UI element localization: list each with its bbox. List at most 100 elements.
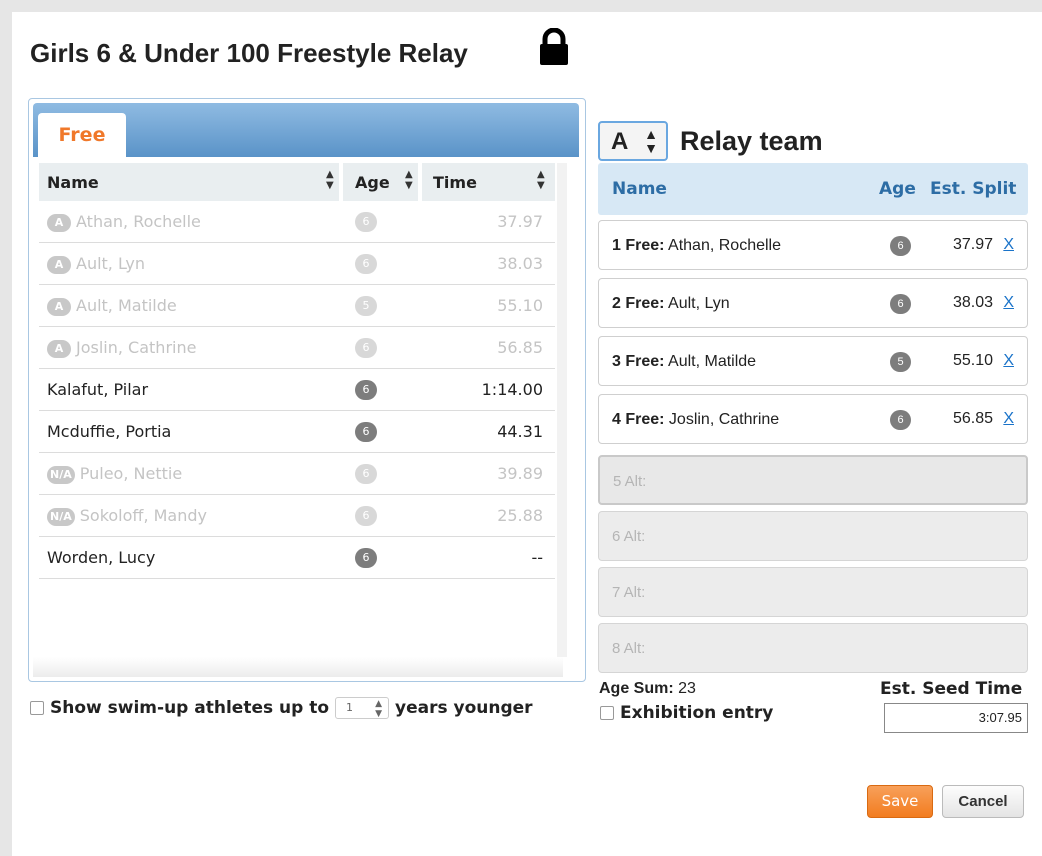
- athlete-row[interactable]: N/A Puleo, Nettie 6 39.89: [39, 453, 555, 495]
- age-badge: 6: [355, 212, 377, 232]
- remove-leg-link[interactable]: X: [1003, 294, 1014, 312]
- athlete-name: A Athan, Rochelle: [47, 212, 201, 232]
- athlete-name-text: Sokoloff, Mandy: [79, 506, 207, 525]
- column-header-time[interactable]: Time: [433, 173, 477, 192]
- relay-alternate-label: 8 Alt:: [612, 640, 646, 657]
- athlete-table-scrollbar[interactable]: [557, 163, 567, 657]
- athlete-panel: Free Name ▲ ▼ Age ▲ ▼ Time ▲ ▼ A Athan, Roch…: [28, 98, 586, 682]
- relay-leg-row[interactable]: 1 Free: Athan, Rochelle 6 37.97 X: [598, 220, 1028, 270]
- athlete-panel-footer: [33, 657, 563, 677]
- left-border: [0, 12, 12, 856]
- age-badge: 6: [355, 422, 377, 442]
- athlete-name: Kalafut, Pilar: [47, 380, 148, 399]
- relay-status-badge: N/A: [47, 508, 75, 526]
- exhibition-checkbox[interactable]: [600, 706, 614, 720]
- age-badge: 6: [355, 548, 377, 568]
- relay-alternate-slot[interactable]: 8 Alt:: [598, 623, 1028, 673]
- athlete-row[interactable]: Kalafut, Pilar 6 1:14.00: [39, 369, 555, 411]
- age-badge: 6: [890, 410, 911, 430]
- swimup-label-before: Show swim-up athletes up to: [50, 698, 330, 718]
- dialog-title: Girls 6 & Under 100 Freestyle Relay: [30, 38, 468, 68]
- relay-leg-label: 3 Free:: [612, 353, 665, 370]
- top-border: [0, 0, 1042, 12]
- swimup-checkbox[interactable]: [30, 701, 44, 715]
- relay-table-header: Name Age Est. Split: [598, 163, 1028, 215]
- remove-leg-link[interactable]: X: [1003, 236, 1014, 254]
- athlete-name: A Ault, Matilde: [47, 296, 177, 316]
- tab-free[interactable]: Free: [38, 113, 126, 157]
- age-badge: 5: [890, 352, 911, 372]
- relay-leg-split: 56.85: [952, 410, 993, 427]
- swimup-label-after: years younger: [395, 698, 533, 718]
- relay-team-value: A: [611, 128, 629, 155]
- relay-leg-athlete: Athan, Rochelle: [668, 237, 781, 254]
- athlete-name-text: Worden, Lucy: [47, 548, 156, 567]
- column-header-age[interactable]: Age: [355, 173, 390, 192]
- relay-leg-athlete: Ault, Lyn: [668, 295, 730, 312]
- athlete-rows: A Athan, Rochelle 6 37.97 A Ault, Lyn 6 38.03 A A…: [39, 201, 555, 579]
- athlete-name-text: Joslin, Cathrine: [76, 338, 197, 357]
- relay-leg-athlete: Joslin, Cathrine: [668, 411, 780, 428]
- exhibition-option: Exhibition entry: [600, 703, 773, 723]
- athlete-row[interactable]: A Joslin, Cathrine 6 56.85: [39, 327, 555, 369]
- relay-status-badge: A: [47, 340, 71, 358]
- relay-status-badge: A: [47, 298, 71, 316]
- age-badge: 6: [890, 294, 911, 314]
- sort-name-icon[interactable]: ▲ ▼: [326, 169, 334, 191]
- relay-team-select[interactable]: A ▲ ▼: [598, 121, 668, 161]
- select-arrows-icon: ▲ ▼: [375, 699, 383, 719]
- relay-leg-label: 1 Free:: [612, 237, 665, 254]
- swimup-years-select[interactable]: 1 ▲ ▼: [335, 697, 390, 719]
- relay-status-badge: N/A: [47, 466, 75, 484]
- remove-leg-link[interactable]: X: [1003, 410, 1014, 428]
- sort-time-icon[interactable]: ▲ ▼: [537, 169, 545, 191]
- cancel-button[interactable]: Cancel: [942, 785, 1024, 818]
- athlete-time: 44.31: [497, 422, 543, 441]
- relay-status-badge: A: [47, 256, 71, 274]
- swimup-option: Show swim-up athletes up to 1 ▲ ▼ years youn…: [30, 697, 533, 719]
- athlete-time: 25.88: [497, 506, 543, 525]
- athlete-name: N/A Puleo, Nettie: [47, 464, 182, 484]
- athlete-row[interactable]: Mcduffie, Portia 6 44.31: [39, 411, 555, 453]
- relay-leg-split: 37.97: [952, 236, 993, 253]
- age-sum-value: 23: [678, 680, 696, 697]
- swimup-years-value: 1: [346, 701, 354, 714]
- relay-column-name: Name: [612, 179, 667, 199]
- age-badge: 6: [355, 254, 377, 274]
- est-seed-time-input[interactable]: 3:07.95: [884, 703, 1028, 733]
- athlete-row[interactable]: A Ault, Lyn 6 38.03: [39, 243, 555, 285]
- athlete-name-text: Puleo, Nettie: [79, 464, 183, 483]
- athlete-time: 55.10: [497, 296, 543, 315]
- relay-alternate-label: 5 Alt:: [613, 473, 647, 490]
- relay-leg-label: 4 Free:: [612, 411, 665, 428]
- relay-leg-text: 2 Free: Ault, Lyn: [612, 295, 730, 313]
- remove-leg-link[interactable]: X: [1003, 352, 1014, 370]
- sort-age-icon[interactable]: ▲ ▼: [405, 169, 413, 191]
- select-arrows-icon: ▲ ▼: [644, 126, 658, 156]
- athlete-row[interactable]: A Ault, Matilde 5 55.10: [39, 285, 555, 327]
- save-button[interactable]: Save: [867, 785, 933, 818]
- relay-leg-label: 2 Free:: [612, 295, 665, 312]
- athlete-time: --: [531, 548, 543, 567]
- athlete-name: Mcduffie, Portia: [47, 422, 171, 441]
- relay-alternate-slot[interactable]: 6 Alt:: [598, 511, 1028, 561]
- relay-leg-row[interactable]: 2 Free: Ault, Lyn 6 38.03 X: [598, 278, 1028, 328]
- relay-alternate-slot[interactable]: 7 Alt:: [598, 567, 1028, 617]
- relay-team-title: Relay team: [680, 126, 823, 156]
- relay-leg-row[interactable]: 3 Free: Ault, Matilde 5 55.10 X: [598, 336, 1028, 386]
- athlete-row[interactable]: A Athan, Rochelle 6 37.97: [39, 201, 555, 243]
- athlete-row[interactable]: N/A Sokoloff, Mandy 6 25.88: [39, 495, 555, 537]
- column-divider: [339, 163, 343, 201]
- relay-leg-text: 4 Free: Joslin, Cathrine: [612, 411, 779, 429]
- age-badge: 6: [355, 464, 377, 484]
- relay-leg-row[interactable]: 4 Free: Joslin, Cathrine 6 56.85 X: [598, 394, 1028, 444]
- age-sum-label: Age Sum:: [599, 680, 674, 697]
- relay-status-badge: A: [47, 214, 71, 232]
- athlete-name-text: Mcduffie, Portia: [47, 422, 172, 441]
- relay-alternate-slot[interactable]: 5 Alt:: [598, 455, 1028, 505]
- relay-column-age: Age: [879, 179, 916, 199]
- athlete-name-text: Ault, Matilde: [76, 296, 177, 315]
- athlete-row[interactable]: Worden, Lucy 6 --: [39, 537, 555, 579]
- relay-leg-text: 3 Free: Ault, Matilde: [612, 353, 756, 371]
- column-header-name[interactable]: Name: [47, 173, 99, 192]
